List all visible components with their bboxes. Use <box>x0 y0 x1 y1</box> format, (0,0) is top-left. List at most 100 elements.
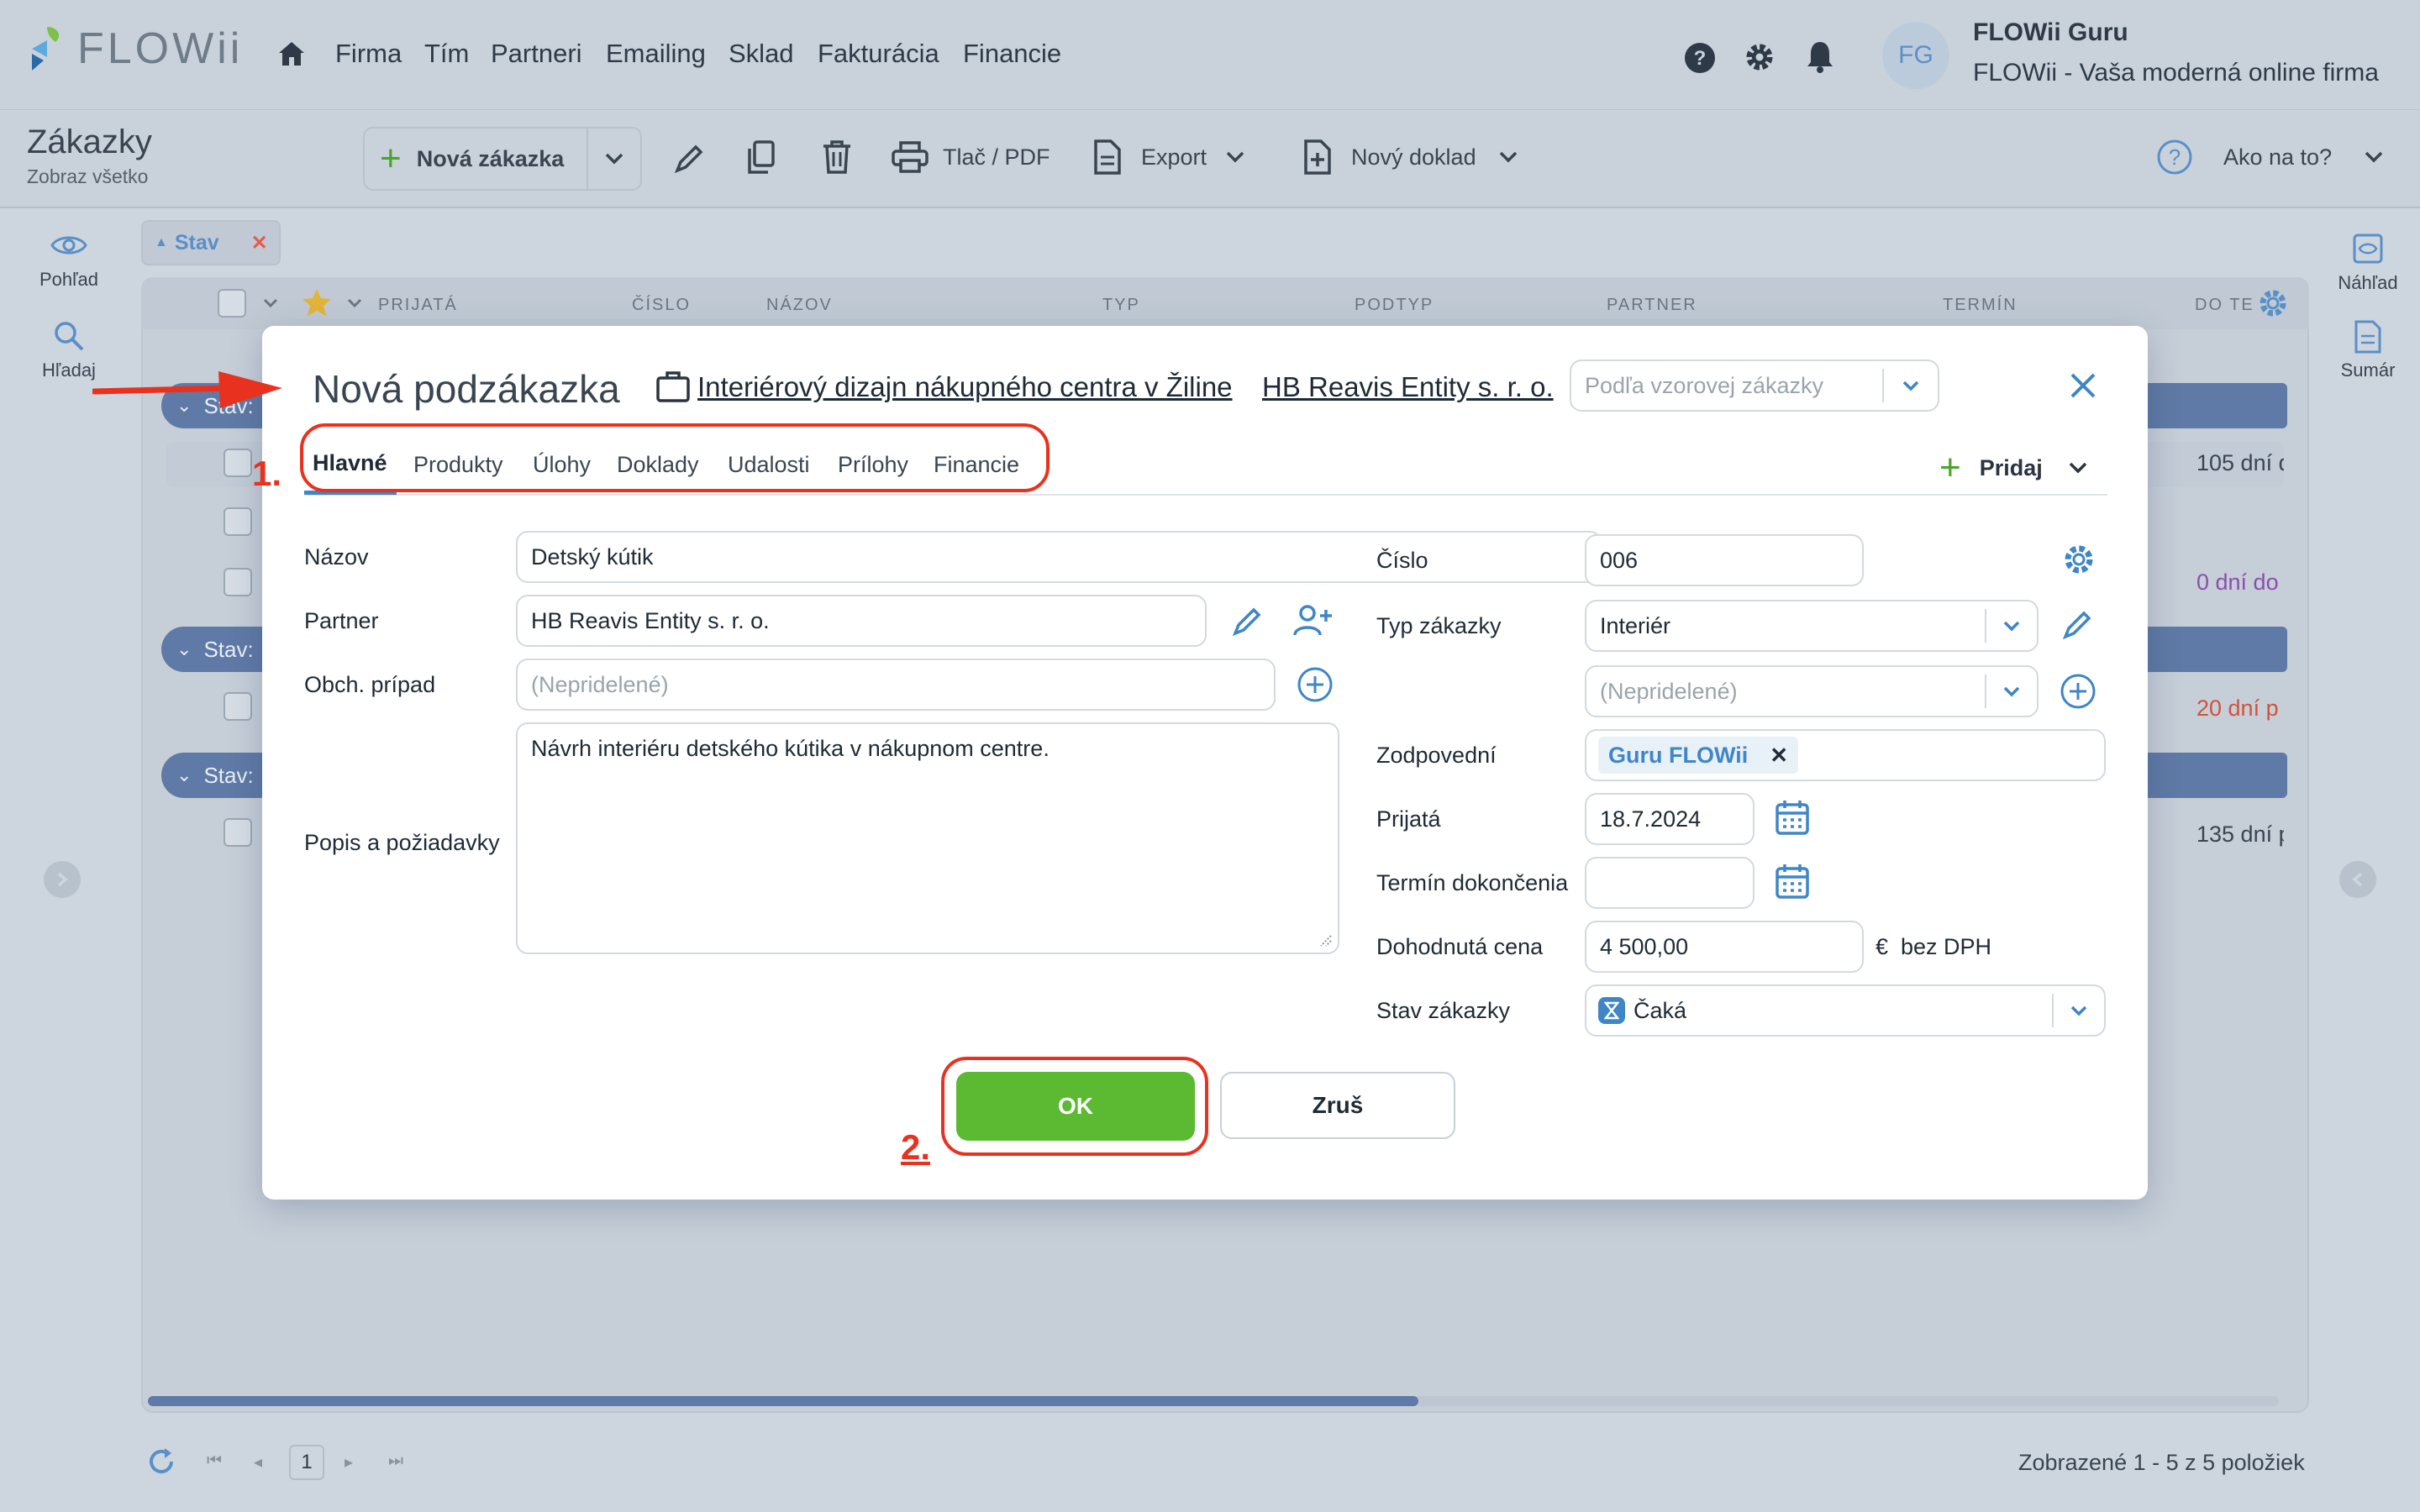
number-input[interactable]: 006 <box>1585 534 1864 586</box>
chevron-down-icon[interactable] <box>262 297 279 309</box>
bell-icon[interactable] <box>1805 39 1835 74</box>
column-header-partner[interactable]: PARTNER <box>1607 296 1697 315</box>
new-order-dropdown[interactable] <box>587 129 640 189</box>
eye-icon <box>50 236 87 255</box>
search-label: Hľadaj <box>42 360 96 381</box>
preview-button[interactable]: Náhľad <box>2322 232 2414 294</box>
horizontal-scrollbar-thumb[interactable] <box>148 1396 1418 1406</box>
business-case-input[interactable]: (Nepridelené) <box>516 659 1276 711</box>
received-date-value: 18.7.2024 <box>1600 806 1702 832</box>
deadline-cell: 20 dní p <box>2196 696 2279 721</box>
sidebar-expand-right[interactable] <box>2339 861 2376 898</box>
next-page-icon[interactable]: ▸ <box>345 1452 353 1473</box>
agreed-price-input[interactable]: 4 500,00 <box>1585 921 1864 973</box>
deadline-cell: 105 dní d <box>2196 450 2284 475</box>
user-name: FLOWii Guru <box>1973 18 2128 46</box>
trash-icon[interactable] <box>820 139 854 176</box>
plus-icon: + <box>380 138 402 179</box>
row-checkbox[interactable] <box>224 692 252 721</box>
help-circle-icon: ? <box>2157 139 2192 175</box>
remove-tag-icon[interactable]: ✕ <box>1770 743 1788 769</box>
name-input[interactable]: Detský kútik <box>516 531 1602 583</box>
refresh-icon[interactable] <box>145 1445 178 1478</box>
nav-item-emailing[interactable]: Emailing <box>606 39 706 69</box>
column-header-do-terminu[interactable]: DO TE <box>2195 296 2254 315</box>
nav-item-tim[interactable]: Tím <box>424 39 469 69</box>
row-checkbox[interactable] <box>224 818 252 847</box>
preview-icon <box>2353 234 2383 264</box>
column-header-nazov[interactable]: NÁZOV <box>766 296 833 315</box>
nav-item-fakturacia[interactable]: Fakturácia <box>818 39 939 69</box>
description-value: Návrh interiéru detského kútika v nákupn… <box>531 736 1050 761</box>
chevron-left-icon <box>2352 872 2363 887</box>
cancel-button[interactable]: Zruš <box>1220 1072 1455 1139</box>
new-document-button[interactable]: Nový doklad <box>1302 139 1518 176</box>
resize-handle-icon[interactable] <box>1318 932 1333 948</box>
column-settings-icon[interactable] <box>2255 286 2291 321</box>
order-type-select[interactable]: Interiér <box>1585 600 2039 652</box>
gear-icon[interactable] <box>1743 40 1776 74</box>
responsible-input[interactable]: Guru FLOWii ✕ <box>1585 729 2106 781</box>
help-icon[interactable]: ? <box>1684 42 1716 74</box>
summary-button[interactable]: Sumár <box>2322 319 2414 381</box>
column-header-prijata[interactable]: PRIJATÁ <box>378 296 458 315</box>
parent-order-link[interactable]: Interiérový dizajn nákupného centra v Ži… <box>697 371 1233 403</box>
partner-link[interactable]: HB Reavis Entity s. r. o. <box>1262 371 1554 403</box>
edit-pencil-icon[interactable] <box>2060 606 2094 642</box>
nav-item-partneri[interactable]: Partneri <box>491 39 582 69</box>
red-arrow-annotation-icon <box>92 371 282 408</box>
sidebar-expand-left[interactable] <box>44 861 81 898</box>
add-person-icon[interactable] <box>1292 603 1333 638</box>
order-subtype-select[interactable]: (Nepridelené) <box>1585 665 2039 717</box>
view-button[interactable]: Pohľad <box>23 232 115 291</box>
print-pdf-button[interactable]: Tlač / PDF <box>891 140 1050 174</box>
select-all-checkbox[interactable] <box>218 289 246 318</box>
copy-icon[interactable] <box>744 139 778 176</box>
tabs-highlight-annotation <box>300 423 1050 492</box>
star-icon[interactable] <box>301 287 333 318</box>
responsible-label: Zodpovední <box>1376 743 1497 768</box>
new-order-button[interactable]: + Nová zákazka <box>365 129 587 189</box>
export-button[interactable]: Export <box>1092 139 1245 176</box>
row-checkbox[interactable] <box>224 449 252 477</box>
nav-item-sklad[interactable]: Sklad <box>729 39 794 69</box>
order-status-select[interactable]: Čaká <box>1585 984 2106 1037</box>
home-icon[interactable] <box>277 40 306 67</box>
calendar-icon[interactable] <box>1775 862 1810 900</box>
dialog-title: Nová podzákazka <box>313 367 620 411</box>
calendar-icon[interactable] <box>1775 798 1810 837</box>
prev-page-icon[interactable]: ◂ <box>254 1452 262 1473</box>
close-icon[interactable] <box>2069 371 2097 400</box>
add-circle-icon[interactable] <box>1296 665 1334 704</box>
brand-logo[interactable]: FLOWii <box>25 24 243 74</box>
description-textarea[interactable]: Návrh interiéru detského kútika v nákupn… <box>516 722 1339 954</box>
nav-item-financie[interactable]: Financie <box>963 39 1061 69</box>
received-date-input[interactable]: 18.7.2024 <box>1585 793 1754 845</box>
nav-item-firma[interactable]: Firma <box>335 39 402 69</box>
column-header-podtyp[interactable]: PODTYP <box>1355 296 1434 315</box>
export-label: Export <box>1141 144 1207 170</box>
column-header-typ[interactable]: TYP <box>1102 296 1140 315</box>
row-checkbox[interactable] <box>224 507 252 536</box>
column-header-cislo[interactable]: ČÍSLO <box>632 296 691 315</box>
add-button[interactable]: + Pridaj <box>1939 447 2088 489</box>
add-circle-icon[interactable] <box>2059 672 2097 711</box>
current-page[interactable]: 1 <box>289 1445 324 1480</box>
row-checkbox[interactable] <box>224 568 252 596</box>
partner-input[interactable]: HB Reavis Entity s. r. o. <box>516 595 1207 647</box>
status-filter-chip[interactable]: ▲ Stav ✕ <box>141 220 281 265</box>
chevron-down-icon <box>2052 994 2104 1027</box>
deadline-date-input[interactable] <box>1585 857 1754 909</box>
deadline-cell: 0 dní do <box>2196 570 2279 595</box>
settings-gear-icon[interactable] <box>2060 541 2097 578</box>
close-icon[interactable]: ✕ <box>251 231 268 255</box>
edit-pencil-icon[interactable] <box>1230 603 1264 638</box>
how-to-button[interactable]: ? Ako na to? <box>2156 139 2384 176</box>
column-header-termin[interactable]: TERMÍN <box>1943 296 2018 315</box>
edit-pencil-icon[interactable] <box>672 140 706 176</box>
chevron-down-icon[interactable] <box>346 297 363 309</box>
first-page-icon[interactable]: ⏮ <box>207 1452 222 1471</box>
template-order-select[interactable]: Podľa vzorovej zákazky <box>1570 360 1939 412</box>
last-page-icon[interactable]: ⏭ <box>388 1452 403 1471</box>
avatar[interactable]: FG <box>1882 22 1949 89</box>
